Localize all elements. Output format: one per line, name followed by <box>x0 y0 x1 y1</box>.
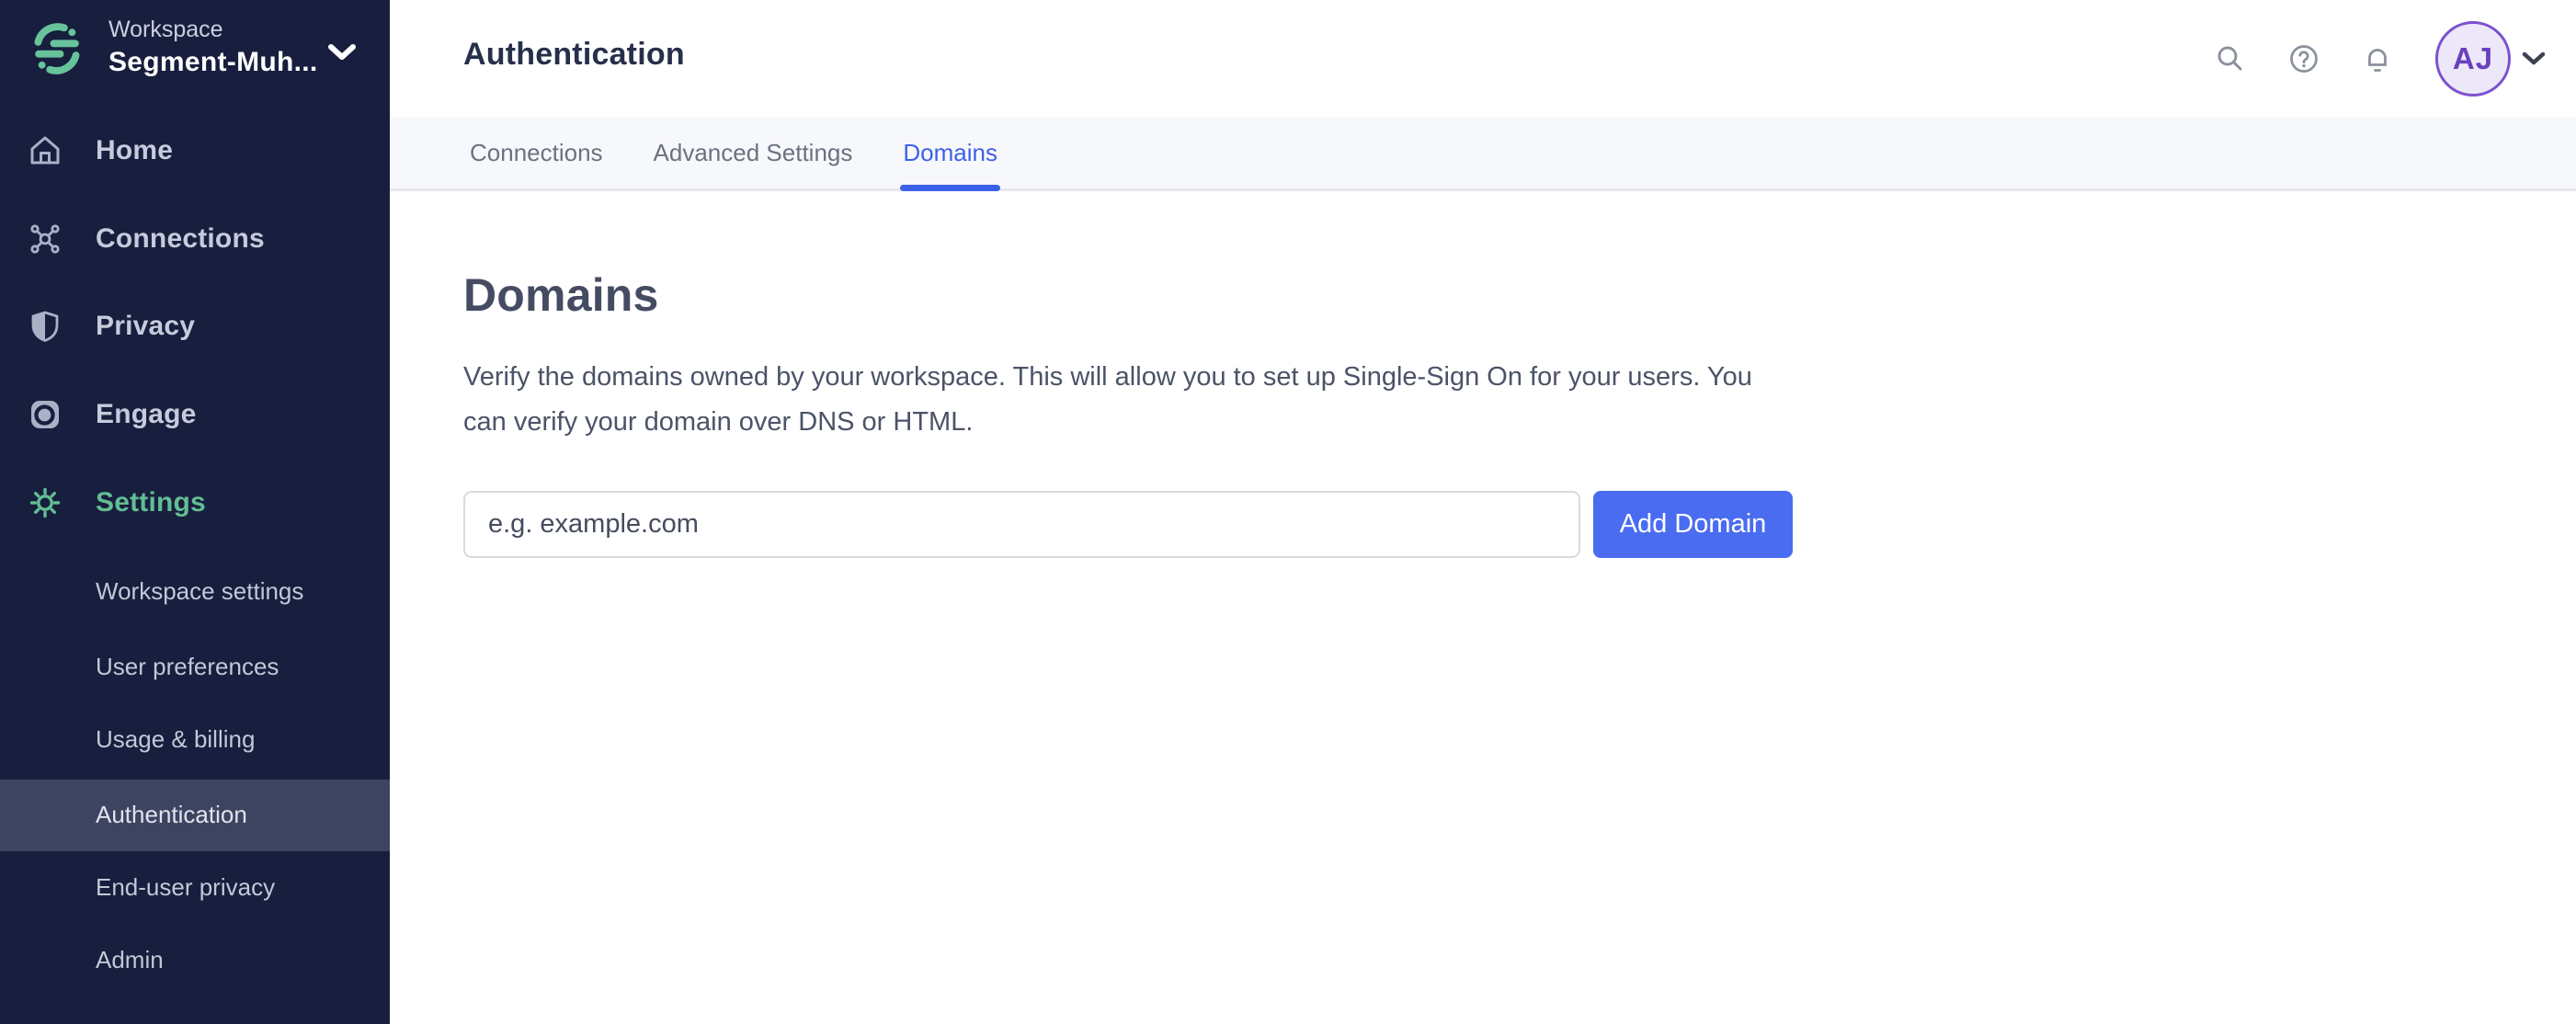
tab-label: Domains <box>903 138 997 166</box>
avatar-initials: AJ <box>2452 41 2494 75</box>
sidebar-item-authentication[interactable]: Authentication <box>96 791 247 837</box>
sidebar-subitem-label: Workspace settings <box>96 576 304 605</box>
sidebar-item-connections[interactable]: Connections <box>0 211 390 267</box>
avatar[interactable]: AJ <box>2435 21 2511 97</box>
sidebar-subitem-label: Authentication <box>96 800 247 828</box>
engage-icon <box>31 401 59 428</box>
sidebar-item-engage[interactable]: Engage <box>0 387 390 442</box>
topbar-actions: AJ <box>2214 21 2546 97</box>
sidebar-item-workspace-settings[interactable]: Workspace settings <box>96 568 303 614</box>
tab-connections[interactable]: Connections <box>467 117 606 188</box>
workspace-label: Workspace <box>108 17 223 42</box>
section-description: Verify the domains owned by your workspa… <box>463 362 1752 437</box>
add-domain-button[interactable]: Add Domain <box>1593 491 1793 558</box>
sidebar-subitem-label: Admin <box>96 945 164 973</box>
sidebar-subitem-label: User preferences <box>96 652 279 680</box>
sidebar-item-label: Connections <box>96 223 265 254</box>
sidebar-subitem-label: Usage & billing <box>96 724 256 753</box>
sidebar-item-label: Settings <box>96 487 206 518</box>
tab-label: Connections <box>470 138 603 166</box>
domains-panel: Domains Verify the domains owned by your… <box>390 194 2576 1024</box>
gear-icon <box>29 487 61 518</box>
page-title: Authentication <box>463 37 685 72</box>
sidebar-item-privacy[interactable]: Privacy <box>0 299 390 354</box>
sidebar-item-usage-billing[interactable]: Usage & billing <box>96 716 255 762</box>
tab-advanced-settings[interactable]: Advanced Settings <box>651 117 856 188</box>
help-icon[interactable] <box>2287 42 2320 75</box>
workspace-name: Segment-Muh... <box>108 47 318 77</box>
sidebar-item-end-user-privacy[interactable]: End-user privacy <box>96 864 275 910</box>
user-menu-chevron-down-icon[interactable] <box>2522 51 2546 67</box>
main-area: Authentication AJ Connections Advanced S… <box>390 0 2576 1024</box>
app-window: Workspace Segment-Muh... Home Connection… <box>0 0 2576 1024</box>
workspace-switcher[interactable]: Workspace Segment-Muh... <box>0 0 390 103</box>
shield-icon <box>31 311 59 342</box>
connections-icon <box>30 224 60 254</box>
tab-domains[interactable]: Domains <box>900 117 1000 191</box>
tab-label: Advanced Settings <box>653 138 853 166</box>
add-domain-form: Add Domain <box>463 491 1793 558</box>
segment-logo-icon <box>34 23 80 74</box>
chevron-down-icon[interactable] <box>327 42 357 63</box>
sidebar-subitem-label: End-user privacy <box>96 872 276 901</box>
sidebar-item-settings[interactable]: Settings <box>0 475 390 530</box>
notifications-bell-icon[interactable] <box>2361 42 2394 75</box>
sidebar: Workspace Segment-Muh... Home Connection… <box>0 0 390 1024</box>
sidebar-item-label: Engage <box>96 399 197 429</box>
section-heading: Domains <box>463 269 659 321</box>
top-bar: Authentication AJ <box>390 0 2576 117</box>
sidebar-item-admin[interactable]: Admin <box>96 937 164 983</box>
tab-bar: Connections Advanced Settings Domains <box>390 117 2576 191</box>
sidebar-item-home[interactable]: Home <box>0 123 390 178</box>
home-icon <box>30 136 60 165</box>
sidebar-item-label: Home <box>96 135 174 165</box>
sidebar-item-label: Privacy <box>96 311 196 341</box>
domain-input[interactable] <box>463 491 1580 558</box>
search-icon[interactable] <box>2214 42 2247 75</box>
sidebar-item-user-preferences[interactable]: User preferences <box>96 643 279 689</box>
